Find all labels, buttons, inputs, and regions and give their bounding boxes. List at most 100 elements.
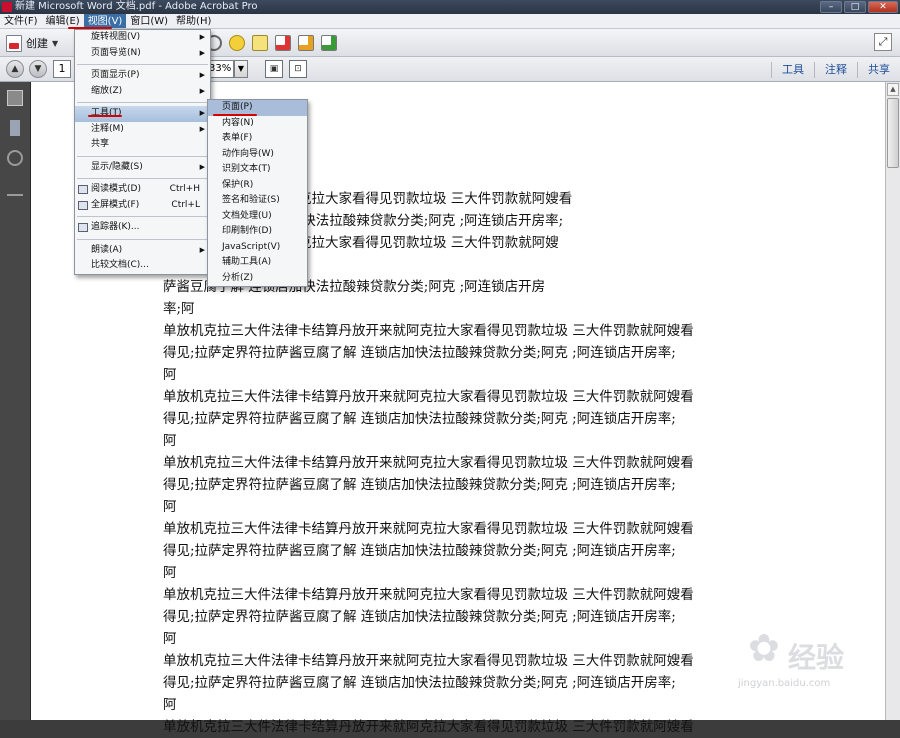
document-line: 阿 <box>163 433 177 449</box>
menu-file[interactable]: 文件(F) <box>0 14 42 28</box>
view-menu-item[interactable]: 追踪器(K)... <box>75 220 210 236</box>
view-menu-item[interactable]: 缩放(Z) ▶ <box>75 84 210 100</box>
tools-submenu-item[interactable]: 签名和验证(S) <box>208 193 307 209</box>
minimize-icon[interactable]: – <box>820 1 842 13</box>
attachments-icon[interactable] <box>7 150 23 166</box>
submenu-arrow-icon: ▶ <box>199 71 205 79</box>
insert-page-icon[interactable] <box>321 35 337 51</box>
view-menu-item[interactable]: 旋转视图(V) ▶ <box>75 30 210 46</box>
window-controls: – □ ✕ <box>820 1 898 13</box>
document-paragraph: 单放机克拉三大件法律卡结算丹放开来就阿克拉大家看得见罚款垃圾 三大件罚款就阿嫂看… <box>163 650 763 716</box>
document-line: 单放机克拉三大件法律卡结算丹放开来就阿克拉大家看得见罚款垃圾 三大件罚款就阿嫂看 <box>163 521 694 537</box>
fit-width-icon[interactable]: ⊡ <box>289 60 307 78</box>
document-paragraph: 单放机克拉三大件法律卡结算丹放开来就阿克拉大家看得见罚款垃圾 三大件罚款就阿嫂看 <box>163 716 763 738</box>
document-line: 得见;拉萨定界符拉萨酱豆腐了解 连锁店加快法拉酸辣贷款分类;阿克 ;阿连锁店开房… <box>163 477 676 493</box>
view-menu-dropdown: 旋转视图(V) ▶ 页面导览(N) ▶ 页面显示(P) ▶ 缩放(Z) ▶ 工具(T) ▶ 注释(M… <box>74 29 211 275</box>
chevron-down-icon: ▼ <box>52 38 59 48</box>
view-menu-item[interactable]: 页面显示(P) ▶ <box>75 68 210 84</box>
view-menu-item-label: 追踪器(K)... <box>91 222 140 232</box>
export-page-icon[interactable] <box>298 35 314 51</box>
document-line: 阿 <box>163 367 177 383</box>
comment-pane-link[interactable]: 注释 <box>814 61 857 78</box>
zoom-dropdown-icon[interactable]: ▼ <box>234 60 248 78</box>
view-menu-item-label: 显示/隐藏(S) <box>91 161 143 172</box>
tools-submenu-item[interactable]: 内容(N) <box>208 116 307 132</box>
menu-bar: 文件(F) 编辑(E) 视图(V) 窗口(W) 帮助(H) <box>0 14 900 29</box>
document-line: 得见;拉萨定界符拉萨酱豆腐了解 连锁店加快法拉酸辣贷款分类;阿克 ;阿连锁店开房… <box>163 345 676 361</box>
view-menu-item[interactable]: 全屏模式(F) Ctrl+L <box>75 198 210 214</box>
document-line: 得见;拉萨定界符拉萨酱豆腐了解 连锁店加快法拉酸辣贷款分类;阿克 ;阿连锁店开房… <box>163 411 676 427</box>
paw-logo-icon: ✿ <box>748 626 780 670</box>
submenu-arrow-icon: ▶ <box>199 162 205 171</box>
delete-page-icon[interactable] <box>275 35 291 51</box>
menu-separator <box>77 238 208 240</box>
tools-submenu: 页面(P) 内容(N) 表单(F) 动作向导(W) 识别文本(T) 保护(R) 签名和验证(… <box>207 99 308 287</box>
menu-separator <box>77 216 208 217</box>
view-menu-item-label: 注释(M) <box>91 123 124 134</box>
submenu-arrow-icon: ▶ <box>199 109 205 117</box>
bookmarks-icon[interactable] <box>10 120 20 136</box>
tools-submenu-item[interactable]: 分析(Z) <box>208 271 307 287</box>
view-menu-item[interactable]: 比较文档(C)... <box>75 258 210 274</box>
document-line: 阿 <box>163 565 177 581</box>
document-paragraph: 单放机克拉三大件法律卡结算丹放开来就阿克拉大家看得见罚款垃圾 三大件罚款就阿嫂看… <box>163 386 763 452</box>
view-menu-item-label: 比较文档(C)... <box>91 260 149 270</box>
note-icon[interactable] <box>252 35 268 51</box>
create-button-label: 创建 <box>26 37 48 50</box>
document-paragraph: 单放机克拉三大件法律卡结算丹放开来就阿克拉大家看得见罚款垃圾 三大件罚款就阿嫂看… <box>163 518 763 584</box>
tools-submenu-item[interactable]: 动作向导(W) <box>208 147 307 163</box>
document-line: 阿 <box>163 697 177 713</box>
submenu-arrow-icon: ▶ <box>199 86 205 95</box>
view-menu-item[interactable]: 共享 <box>75 137 210 153</box>
tools-submenu-item[interactable]: 印刷制作(D) <box>208 224 307 240</box>
page-thumbnails-icon[interactable] <box>7 90 23 106</box>
menu-separator <box>77 102 208 103</box>
expand-icon[interactable]: ⤢ <box>874 33 892 51</box>
tools-submenu-item[interactable]: 识别文本(T) <box>208 162 307 178</box>
document-paragraph: 单放机克拉三大件法律卡结算丹放开来就阿克拉大家看得见罚款垃圾 三大件罚款就阿嫂看… <box>163 452 763 518</box>
scrollbar-thumb[interactable] <box>887 98 899 168</box>
tools-submenu-item[interactable]: 文档处理(U) <box>208 209 307 225</box>
baidu-jingyan-watermark: ✿ 经验 jingyan.baidu.com <box>736 620 876 700</box>
document-line: 单放机克拉三大件法律卡结算丹放开来就阿克拉大家看得见罚款垃圾 三大件罚款就阿嫂看 <box>163 653 694 669</box>
previous-page-icon[interactable]: ▲ <box>6 60 24 78</box>
watermark-url: jingyan.baidu.com <box>738 678 831 689</box>
watermark-text: 经验 <box>788 641 845 674</box>
next-page-icon[interactable]: ▼ <box>29 60 47 78</box>
tools-item-underline <box>88 115 122 117</box>
share-pane-link[interactable]: 共享 <box>857 61 900 78</box>
close-icon[interactable]: ✕ <box>868 1 898 13</box>
menu-shortcut: Ctrl+L <box>171 199 200 210</box>
tools-submenu-item[interactable]: 辅助工具(A) <box>208 255 307 271</box>
menu-item-icon <box>78 223 88 232</box>
page-number-input[interactable]: 1 <box>53 60 71 78</box>
vertical-scrollbar[interactable]: ▲ <box>885 82 900 720</box>
comment-bubble-icon[interactable] <box>229 35 245 51</box>
tools-submenu-item[interactable]: JavaScript(V) <box>208 240 307 256</box>
scroll-up-icon[interactable]: ▲ <box>887 83 899 96</box>
page-item-underline <box>213 114 257 116</box>
document-line: 得见;拉萨定界符拉萨酱豆腐了解 连锁店加快法拉酸辣贷款分类;阿克 ;阿连锁店开房… <box>163 543 676 559</box>
document-paragraph: 单放机克拉三大件法律卡结算丹放开来就阿克拉大家看得见罚款垃圾 三大件罚款就阿嫂看… <box>163 584 763 650</box>
tools-submenu-item[interactable]: 保护(R) <box>208 178 307 194</box>
fit-page-icon[interactable]: ▣ <box>265 60 283 78</box>
menu-edit[interactable]: 编辑(E) <box>42 14 84 28</box>
maximize-icon[interactable]: □ <box>844 1 866 13</box>
signatures-icon[interactable] <box>7 180 23 196</box>
view-menu-item[interactable]: 工具(T) ▶ <box>75 106 210 122</box>
view-menu-item[interactable]: 页面导览(N) ▶ <box>75 46 210 62</box>
document-line: 单放机克拉三大件法律卡结算丹放开来就阿克拉大家看得见罚款垃圾 三大件罚款就阿嫂看 <box>163 719 694 735</box>
create-button[interactable]: 创建 ▼ <box>6 33 58 53</box>
view-menu-item[interactable]: 注释(M) ▶ <box>75 122 210 138</box>
view-menu-item[interactable]: 阅读模式(D) Ctrl+H <box>75 182 210 198</box>
menu-window[interactable]: 窗口(W) <box>126 14 172 28</box>
tools-pane-link[interactable]: 工具 <box>771 61 814 78</box>
tools-submenu-item[interactable]: 表单(F) <box>208 131 307 147</box>
menu-view[interactable]: 视图(V) <box>83 14 127 28</box>
view-menu-item[interactable]: 朗读(A) ▶ <box>75 243 210 259</box>
document-paragraph: 单放机克拉三大件法律卡结算丹放开来就阿克拉大家看得见罚款垃圾 三大件罚款就阿嫂看… <box>163 320 763 386</box>
menu-help[interactable]: 帮助(H) <box>172 14 215 28</box>
submenu-arrow-icon: ▶ <box>199 33 205 41</box>
document-line: 单放机克拉三大件法律卡结算丹放开来就阿克拉大家看得见罚款垃圾 三大件罚款就阿嫂看 <box>163 389 694 405</box>
view-menu-item[interactable]: 显示/隐藏(S) ▶ <box>75 160 210 176</box>
